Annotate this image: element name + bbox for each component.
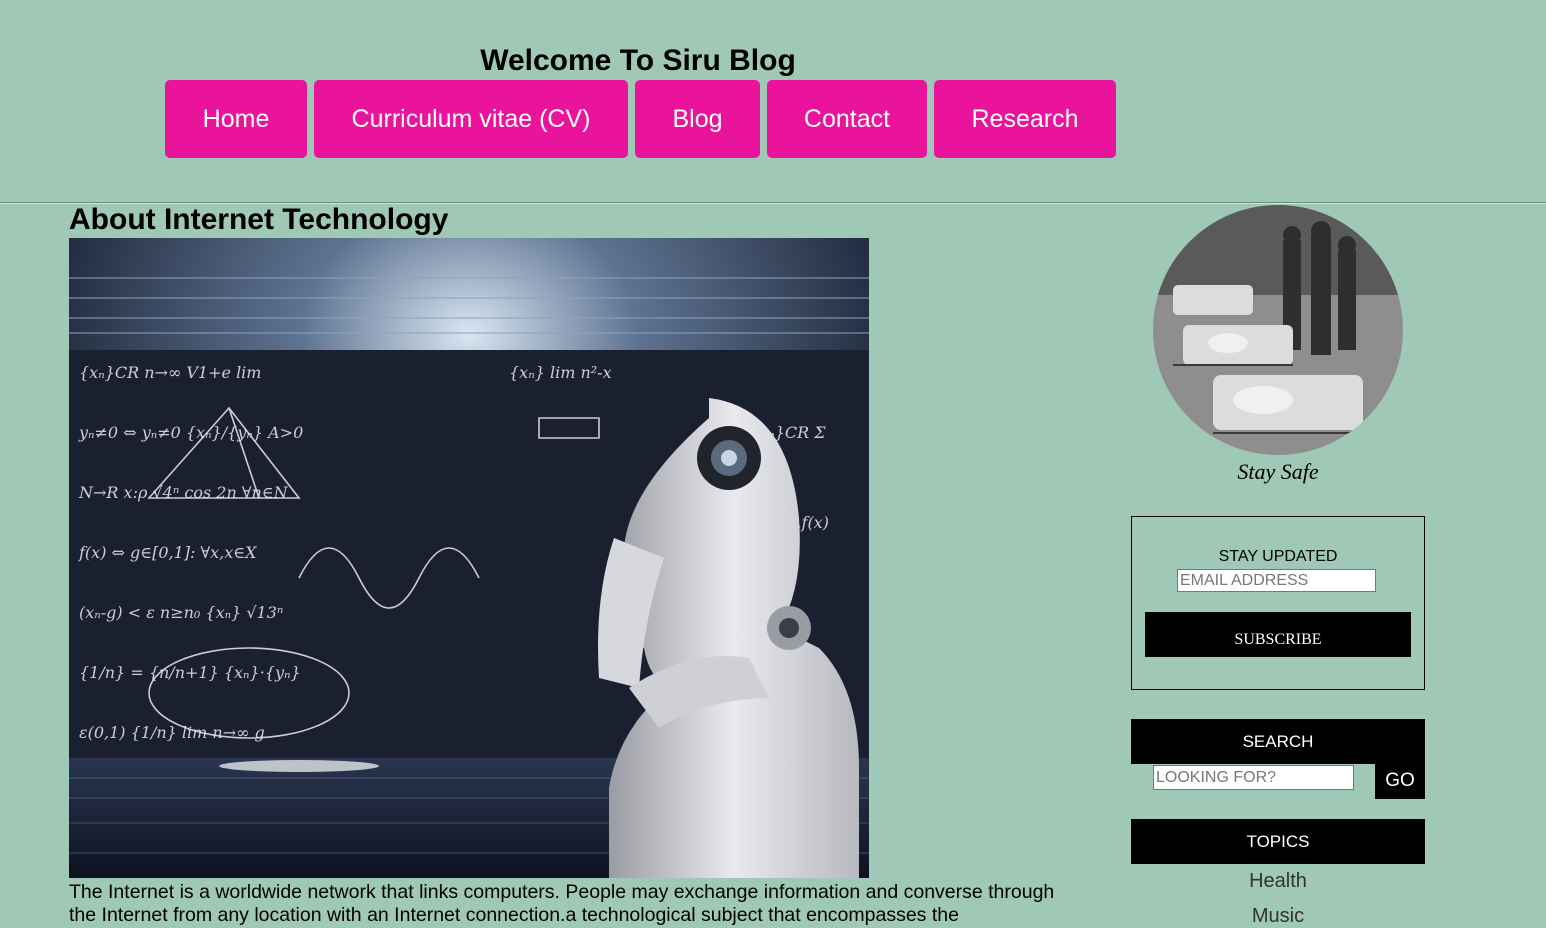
svg-text:ε(0,1) {1/n} lim n→∞ g: ε(0,1) {1/n} lim n→∞ g	[79, 723, 265, 742]
topic-link-health[interactable]: Health	[1131, 870, 1425, 893]
nav-contact-button[interactable]: Contact	[767, 80, 927, 158]
search-header: SEARCH	[1131, 719, 1425, 764]
svg-text:yₙ≠0 ⇔ yₙ≠0 {xₙ}/{yₙ} A>0: yₙ≠0 ⇔ yₙ≠0 {xₙ}/{yₙ} A>0	[78, 423, 303, 442]
subscribe-button[interactable]: SUBSCRIBE	[1145, 612, 1411, 657]
svg-text:(xₙ-g) < ε n≥n₀ {xₙ} √13ⁿ: (xₙ-g) < ε n≥n₀ {xₙ} √13ⁿ	[79, 603, 283, 622]
email-field[interactable]	[1177, 569, 1376, 592]
robot-chalkboard-illustration: {xₙ}CR n→∞ V1+e lim {xₙ} lim n²-x yₙ≠0 ⇔…	[69, 238, 869, 878]
svg-text:{xₙ}CR n→∞ V1+e lim: {xₙ}CR n→∞ V1+e lim	[79, 363, 261, 382]
subscribe-widget: STAY UPDATED SUBSCRIBE	[1131, 516, 1425, 690]
stay-updated-label: STAY UPDATED	[1218, 548, 1338, 565]
search-input[interactable]	[1153, 765, 1354, 790]
nav-blog-button[interactable]: Blog	[635, 80, 760, 158]
svg-text:{1/n} = {n/n+1} {xₙ}·{yₙ}: {1/n} = {n/n+1} {xₙ}·{yₙ}	[79, 663, 301, 682]
svg-text:N→R x:ρ √4ⁿ cos 2n ∀n∈N: N→R x:ρ √4ⁿ cos 2n ∀n∈N	[78, 483, 289, 502]
site-title: Welcome To Siru Blog	[480, 44, 796, 77]
article-hero-image: {xₙ}CR n→∞ V1+e lim {xₙ} lim n²-x yₙ≠0 ⇔…	[69, 238, 869, 878]
article-body: The Internet is a worldwide network that…	[69, 881, 1055, 926]
article-title: About Internet Technology	[69, 203, 449, 236]
avatar-caption: Stay Safe	[1237, 459, 1319, 484]
search-go-button[interactable]: GO	[1375, 762, 1425, 799]
topics-header: TOPICS	[1131, 819, 1425, 864]
nav-cv-button[interactable]: Curriculum vitae (CV)	[314, 80, 628, 158]
topic-link-music[interactable]: Music	[1131, 905, 1425, 928]
nav-research-button[interactable]: Research	[934, 80, 1116, 158]
stay-safe-image	[1153, 205, 1403, 455]
nav-home-button[interactable]: Home	[165, 80, 307, 158]
svg-text:f(x) ⇔ g∈[0,1]: ∀x,x∈X: f(x) ⇔ g∈[0,1]: ∀x,x∈X	[78, 543, 257, 562]
hospital-ward-photo	[1153, 205, 1403, 455]
main-nav: Home Curriculum vitae (CV) Blog Contact …	[165, 80, 1116, 158]
svg-text:{xₙ} lim n²-x: {xₙ} lim n²-x	[509, 363, 612, 382]
